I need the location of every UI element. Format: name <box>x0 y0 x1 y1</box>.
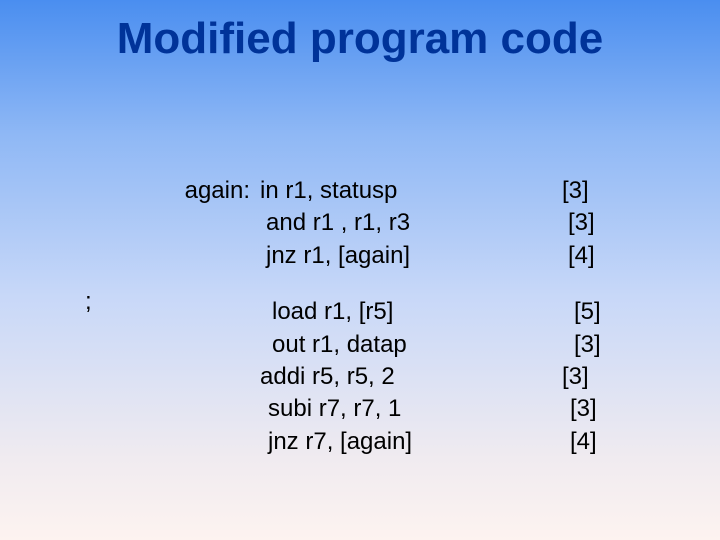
code-row: addi r5, r5, 2[3] <box>0 361 720 393</box>
code-block: again:in r1, statusp[3]and r1 , r1, r3[3… <box>0 175 720 458</box>
code-row: and r1 , r1, r3[3] <box>0 207 720 239</box>
code-instruction: addi r5, r5, 2 <box>260 361 470 393</box>
code-instruction: jnz r7, [again] <box>260 426 478 458</box>
code-label <box>0 240 260 272</box>
code-instruction: in r1, statusp <box>260 175 470 207</box>
code-instruction: load r1, [r5] <box>260 296 482 328</box>
code-instruction: and r1 , r1, r3 <box>260 207 476 239</box>
code-instruction: out r1, datap <box>260 329 482 361</box>
code-instruction: jnz r1, [again] <box>260 240 476 272</box>
code-label <box>0 361 260 393</box>
code-cost: [4] <box>476 240 656 272</box>
code-label <box>0 426 260 458</box>
code-label <box>0 329 260 361</box>
slide: Modified program code ; again:in r1, sta… <box>0 0 720 540</box>
code-label: again: <box>0 175 260 207</box>
code-label <box>0 393 260 425</box>
code-cost: [3] <box>482 329 662 361</box>
code-row: out r1, datap[3] <box>0 329 720 361</box>
code-row: jnz r7, [again][4] <box>0 426 720 458</box>
code-cost: [3] <box>470 361 650 393</box>
slide-title: Modified program code <box>0 14 720 64</box>
code-cost: [4] <box>478 426 658 458</box>
code-label <box>0 296 260 328</box>
code-row: again:in r1, statusp[3] <box>0 175 720 207</box>
code-instruction: subi r7, r7, 1 <box>260 393 478 425</box>
code-cost: [3] <box>476 207 656 239</box>
code-row: subi r7, r7, 1[3] <box>0 393 720 425</box>
code-cost: [5] <box>482 296 662 328</box>
code-row: load r1, [r5][5] <box>0 296 720 328</box>
code-label <box>0 207 260 239</box>
code-cost: [3] <box>478 393 658 425</box>
code-row: jnz r1, [again][4] <box>0 240 720 272</box>
code-cost: [3] <box>470 175 650 207</box>
